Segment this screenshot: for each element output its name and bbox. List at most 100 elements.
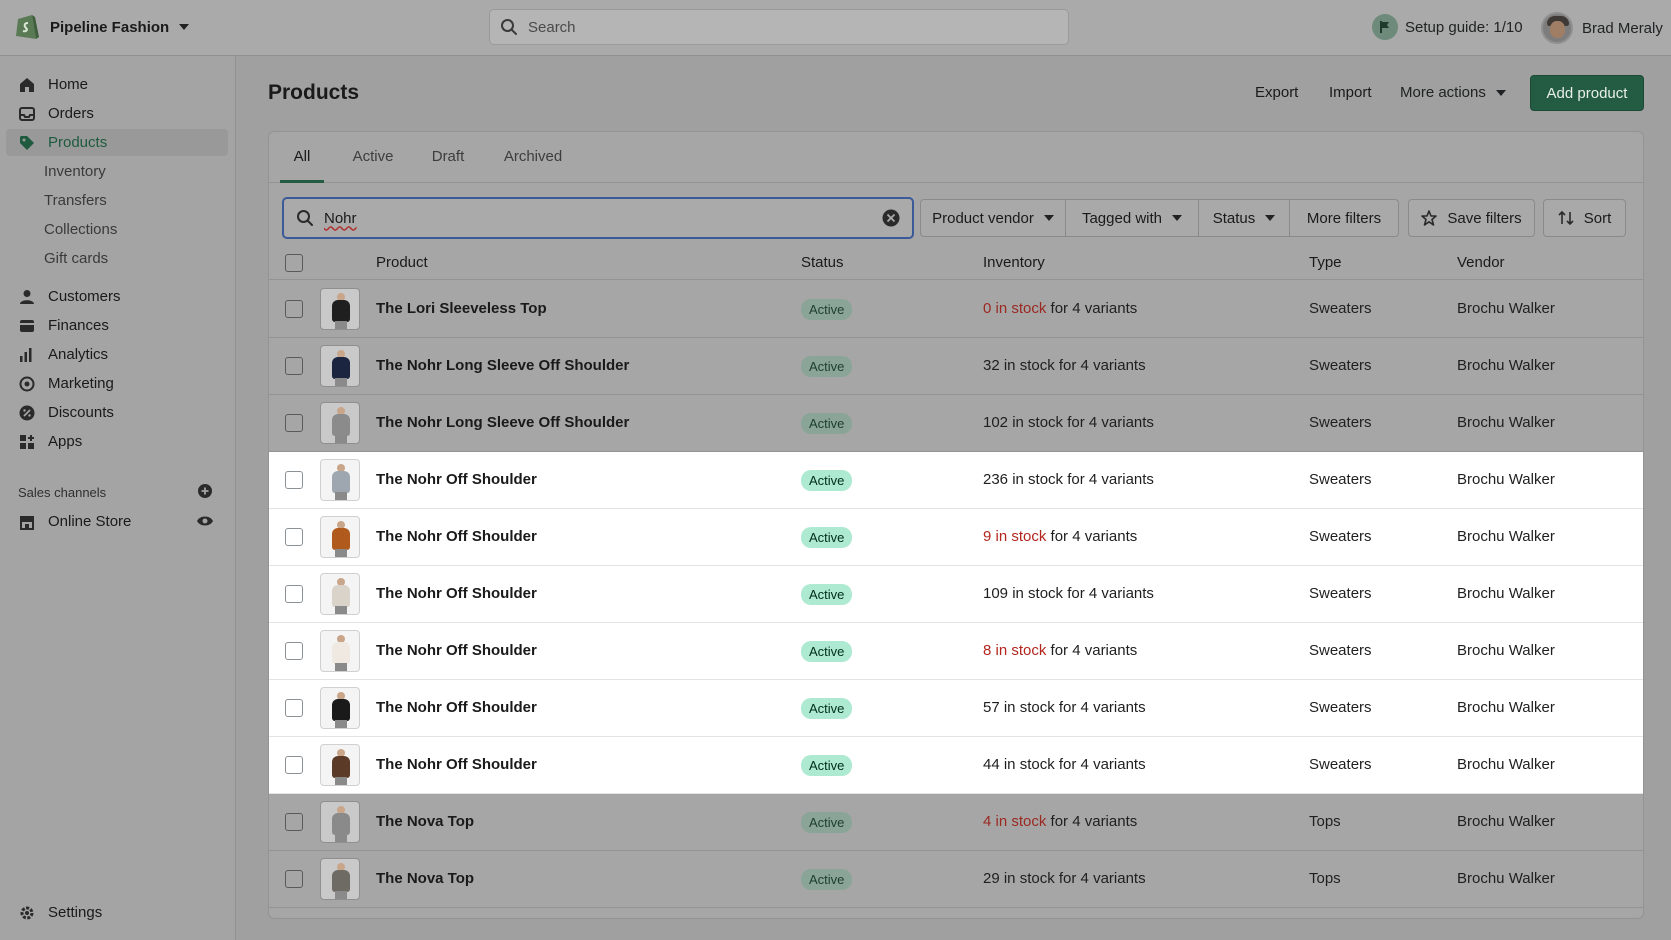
product-name-link[interactable]: The Nohr Long Sleeve Off Shoulder bbox=[376, 357, 629, 374]
more-filters-button[interactable]: More filters bbox=[1289, 199, 1399, 237]
product-name-link[interactable]: The Lori Sleeveless Top bbox=[376, 300, 547, 317]
inventory-cell: 109 in stock for 4 variants bbox=[983, 585, 1154, 602]
user-menu[interactable]: Brad Meraly bbox=[1541, 12, 1663, 44]
sidebar-item-discounts[interactable]: Discounts bbox=[6, 399, 228, 426]
global-search-input[interactable] bbox=[528, 18, 1028, 36]
sidebar-item-apps[interactable]: Apps bbox=[6, 428, 228, 455]
filter-search-input[interactable]: Nohr bbox=[282, 197, 914, 239]
product-name-link[interactable]: The Nova Top bbox=[376, 813, 474, 830]
row-checkbox[interactable] bbox=[285, 414, 303, 432]
product-name-link[interactable]: The Nohr Long Sleeve Off Shoulder bbox=[376, 414, 629, 431]
import-button[interactable]: Import bbox=[1329, 84, 1372, 101]
variants-text: for 4 variants bbox=[1054, 870, 1146, 887]
product-name-link[interactable]: The Nohr Off Shoulder bbox=[376, 471, 537, 488]
table-row[interactable]: The Nohr Long Sleeve Off Shoulder Active 3… bbox=[269, 338, 1643, 395]
more-actions-button[interactable]: More actions bbox=[1400, 84, 1506, 101]
sort-button[interactable]: Sort bbox=[1543, 199, 1626, 237]
sidebar-item-orders[interactable]: Orders bbox=[6, 100, 228, 127]
row-checkbox[interactable] bbox=[285, 699, 303, 717]
tagged-with-filter[interactable]: Tagged with bbox=[1065, 199, 1199, 237]
global-search[interactable] bbox=[489, 9, 1069, 45]
product-vendor-filter[interactable]: Product vendor bbox=[920, 199, 1066, 237]
discount-icon bbox=[18, 404, 36, 422]
table-row[interactable]: The Nohr Off Shoulder Active 57 in stock f… bbox=[269, 680, 1643, 737]
sidebar-item-home[interactable]: Home bbox=[6, 71, 228, 98]
setup-guide-button[interactable]: Setup guide: 1/10 bbox=[1372, 14, 1523, 40]
table-row[interactable]: The Nohr Off Shoulder Active 44 in stock f… bbox=[269, 737, 1643, 794]
column-header-inventory[interactable]: Inventory bbox=[983, 254, 1045, 271]
tab-draft[interactable]: Draft bbox=[430, 131, 466, 183]
table-row[interactable]: The Nohr Off Shoulder Active 8 in stock fo… bbox=[269, 623, 1643, 680]
sidebar-item-online-store[interactable]: Online Store bbox=[6, 508, 228, 535]
row-checkbox[interactable] bbox=[285, 642, 303, 660]
clear-icon[interactable] bbox=[882, 209, 900, 227]
table-row[interactable]: The Nohr Off Shoulder Active 236 in stock … bbox=[269, 452, 1643, 509]
store-switcher[interactable]: Pipeline Fashion bbox=[14, 10, 190, 44]
row-checkbox[interactable] bbox=[285, 471, 303, 489]
export-button[interactable]: Export bbox=[1255, 84, 1298, 101]
sidebar-item-marketing[interactable]: Marketing bbox=[6, 370, 228, 397]
add-circle-icon[interactable] bbox=[198, 484, 212, 498]
stock-count: 44 in stock bbox=[983, 756, 1055, 773]
table-row[interactable]: The Nohr Off Shoulder Active 109 in stock … bbox=[269, 566, 1643, 623]
sidebar-item-settings[interactable]: Settings bbox=[6, 899, 228, 926]
vendor-cell: Brochu Walker bbox=[1457, 414, 1555, 431]
inventory-cell: 102 in stock for 4 variants bbox=[983, 414, 1154, 431]
product-name-link[interactable]: The Nohr Off Shoulder bbox=[376, 585, 537, 602]
sidebar-item-label: Apps bbox=[48, 433, 83, 450]
row-checkbox[interactable] bbox=[285, 870, 303, 888]
row-checkbox[interactable] bbox=[285, 357, 303, 375]
row-checkbox[interactable] bbox=[285, 756, 303, 774]
sidebar-item-label: Settings bbox=[48, 904, 103, 921]
product-thumbnail bbox=[320, 630, 360, 672]
sidebar-item-finances[interactable]: Finances bbox=[6, 312, 228, 339]
product-name-link[interactable]: The Nohr Off Shoulder bbox=[376, 756, 537, 773]
add-product-button[interactable]: Add product bbox=[1530, 75, 1644, 111]
sidebar-item-products[interactable]: Products bbox=[6, 129, 228, 156]
type-cell: Sweaters bbox=[1309, 528, 1372, 545]
sidebar-subitem-transfers[interactable]: Transfers bbox=[44, 189, 107, 213]
filter-search-value: Nohr bbox=[324, 209, 357, 227]
column-header-product[interactable]: Product bbox=[376, 254, 428, 271]
row-checkbox[interactable] bbox=[285, 585, 303, 603]
save-filters-button[interactable]: Save filters bbox=[1408, 199, 1535, 237]
sidebar-subitem-inventory[interactable]: Inventory bbox=[44, 160, 106, 184]
column-header-type[interactable]: Type bbox=[1309, 254, 1342, 271]
sidebar-item-analytics[interactable]: Analytics bbox=[6, 341, 228, 368]
tab-active[interactable]: Active bbox=[348, 131, 398, 183]
top-bar: Pipeline Fashion Setup guide: 1/10 Brad … bbox=[0, 0, 1671, 56]
status-filter[interactable]: Status bbox=[1198, 199, 1290, 237]
product-name-link[interactable]: The Nova Top bbox=[376, 870, 474, 887]
product-name-link[interactable]: The Nohr Off Shoulder bbox=[376, 642, 537, 659]
column-header-status[interactable]: Status bbox=[801, 254, 844, 271]
table-row[interactable]: The Lori Sleeveless Top Active 0 in stock … bbox=[269, 281, 1643, 338]
table-row[interactable]: The Nohr Off Shoulder Active 9 in stock fo… bbox=[269, 509, 1643, 566]
eye-icon[interactable] bbox=[197, 515, 213, 527]
tab-all[interactable]: All bbox=[280, 131, 324, 183]
sidebar-item-label: Products bbox=[48, 134, 108, 151]
column-header-vendor[interactable]: Vendor bbox=[1457, 254, 1505, 271]
sidebar-item-customers[interactable]: Customers bbox=[6, 283, 228, 310]
sidebar-subitem-gift-cards[interactable]: Gift cards bbox=[44, 247, 108, 271]
product-name-link[interactable]: The Nohr Off Shoulder bbox=[376, 528, 537, 545]
table-row[interactable]: The Nova Top Active 4 in stock for 4 varia… bbox=[269, 794, 1643, 851]
product-thumbnail bbox=[320, 801, 360, 843]
variants-text: for 4 variants bbox=[1063, 414, 1154, 431]
type-cell: Sweaters bbox=[1309, 300, 1372, 317]
type-cell: Tops bbox=[1309, 870, 1341, 887]
table-row[interactable]: The Nova Top Active 29 in stock for 4 vari… bbox=[269, 851, 1643, 908]
user-name: Brad Meraly bbox=[1582, 19, 1663, 37]
row-checkbox[interactable] bbox=[285, 813, 303, 831]
store-icon bbox=[18, 513, 36, 531]
vendor-cell: Brochu Walker bbox=[1457, 528, 1555, 545]
row-checkbox[interactable] bbox=[285, 300, 303, 318]
row-checkbox[interactable] bbox=[285, 528, 303, 546]
sidebar-subitem-collections[interactable]: Collections bbox=[44, 218, 117, 242]
product-name-link[interactable]: The Nohr Off Shoulder bbox=[376, 699, 537, 716]
inventory-cell: 57 in stock for 4 variants bbox=[983, 699, 1146, 716]
select-all-checkbox[interactable] bbox=[285, 254, 303, 272]
table-row[interactable]: The Nohr Long Sleeve Off Shoulder Active 1… bbox=[269, 395, 1643, 452]
tab-archived[interactable]: Archived bbox=[502, 131, 564, 183]
type-cell: Sweaters bbox=[1309, 756, 1372, 773]
setup-guide-label: Setup guide: 1/10 bbox=[1405, 18, 1523, 36]
